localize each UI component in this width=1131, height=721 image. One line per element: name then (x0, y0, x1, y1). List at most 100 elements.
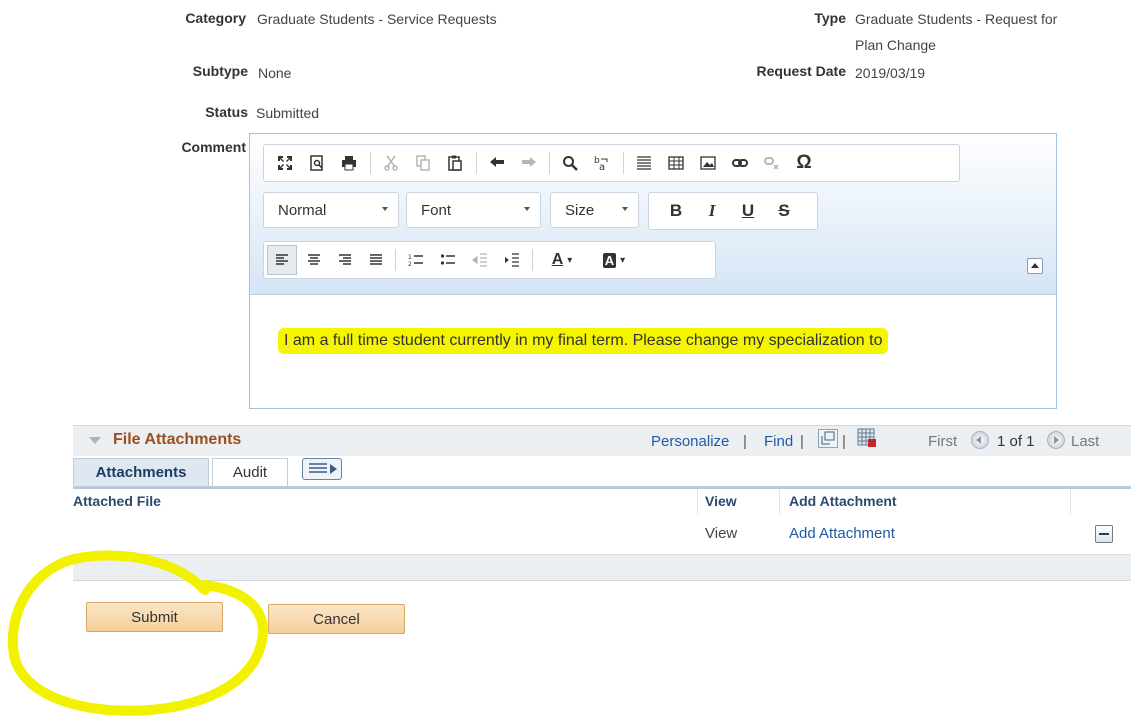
page-info: 1 of 1 (997, 433, 1035, 450)
toolbar-separator (549, 152, 550, 174)
underline-button[interactable]: U (733, 193, 763, 229)
font-select-value: Font (421, 201, 452, 219)
toolbar-separator (476, 152, 477, 174)
column-attached-file: Attached File (73, 493, 161, 509)
view-link[interactable]: View (705, 525, 737, 542)
decrease-indent-icon[interactable] (465, 242, 495, 278)
image-icon[interactable] (693, 145, 723, 181)
subtype-value: None (258, 65, 292, 81)
last-label: Last (1071, 433, 1100, 450)
previous-icon[interactable] (971, 431, 989, 449)
add-attachment-link[interactable]: Add Attachment (789, 525, 895, 542)
comment-label: Comment (181, 139, 246, 155)
table-icon[interactable] (661, 145, 691, 181)
font-select[interactable]: Font (406, 192, 541, 228)
format-select-value: Normal (278, 201, 327, 219)
size-select-value: Size (565, 201, 595, 219)
column-view: View (705, 493, 737, 509)
show-all-columns-icon[interactable] (302, 458, 342, 480)
type-value-line1: Graduate Students - Request for (855, 11, 1058, 27)
toolbar-row-3: 12 A ▾ A ▾ (263, 241, 716, 279)
column-add-attachment: Add Attachment (789, 493, 897, 509)
personalize-link[interactable]: Personalize (651, 433, 729, 450)
special-character-icon[interactable]: Ω (789, 145, 819, 181)
status-value: Submitted (256, 105, 320, 121)
align-right-icon[interactable] (330, 242, 360, 278)
section-title: File Attachments (113, 431, 242, 448)
link-icon[interactable] (725, 145, 755, 181)
editor-toolbar: ba Ω Normal Font Size B I U S 1 2 A ▾ A … (250, 134, 1056, 295)
category-value: Graduate Students - Service Requests (257, 11, 497, 27)
toolbar-separator (532, 249, 533, 271)
format-select[interactable]: Normal (263, 192, 399, 228)
find-link[interactable]: Find (764, 433, 793, 450)
separator: | (743, 433, 747, 450)
status-label: Status (205, 104, 248, 120)
minus-icon (1099, 533, 1109, 535)
strikethrough-button[interactable]: S (769, 193, 799, 229)
maximize-icon[interactable] (270, 145, 300, 181)
toolbar-row-1: ba Ω (263, 144, 960, 182)
justify-icon[interactable] (361, 242, 391, 278)
chevron-down-icon (622, 207, 628, 211)
preview-icon[interactable] (302, 145, 332, 181)
toolbar-separator (370, 152, 371, 174)
cut-icon[interactable] (376, 145, 406, 181)
toolbar-separator (623, 152, 624, 174)
type-value-line2: Plan Change (855, 37, 936, 53)
find-icon[interactable] (555, 145, 585, 181)
download-grid-icon[interactable] (857, 428, 877, 453)
tab-attachments[interactable]: Attachments (73, 458, 209, 486)
next-icon[interactable] (1047, 431, 1065, 449)
text-color-glyph: A (551, 251, 564, 268)
background-color-glyph: A (602, 252, 617, 268)
increase-indent-icon[interactable] (497, 242, 527, 278)
attachments-tabs: Attachments Audit (73, 455, 1131, 487)
toolbar-separator (395, 249, 396, 271)
annotation-circle (7, 550, 268, 716)
size-select[interactable]: Size (550, 192, 639, 228)
subtype-label: Subtype (192, 63, 248, 79)
background-color-button[interactable]: A ▾ (590, 242, 638, 278)
svg-text:2: 2 (408, 261, 412, 268)
paste-icon[interactable] (440, 145, 470, 181)
bulleted-list-icon[interactable] (433, 242, 463, 278)
request-date-value: 2019/03/19 (855, 65, 926, 81)
triangle-up-icon (1031, 263, 1039, 268)
view-all-icon[interactable] (818, 429, 838, 448)
chevron-down-icon (524, 207, 530, 211)
svg-text:a: a (599, 162, 605, 172)
replace-icon[interactable]: ba (587, 145, 617, 181)
align-left-icon[interactable] (267, 245, 297, 275)
copy-icon[interactable] (408, 145, 438, 181)
horizontal-rule-icon[interactable] (629, 145, 659, 181)
comment-editor[interactable]: ba Ω Normal Font Size B I U S 1 2 A ▾ A … (249, 133, 1057, 409)
text-style-group: B I U S (648, 192, 818, 230)
separator: | (842, 433, 846, 450)
column-header-row: Attached File View Add Attachment (73, 487, 1131, 516)
redo-icon[interactable] (514, 145, 544, 181)
request-date-label: Request Date (756, 63, 846, 79)
print-icon[interactable] (334, 145, 364, 181)
separator: | (800, 433, 804, 450)
chevron-down-icon: ▾ (567, 254, 573, 266)
first-label: First (928, 433, 958, 450)
align-center-icon[interactable] (299, 242, 329, 278)
editor-content[interactable]: I am a full time student currently in my… (250, 295, 1056, 408)
collapse-toolbar-icon[interactable] (1027, 258, 1043, 274)
italic-button[interactable]: I (697, 193, 727, 229)
chevron-down-icon (382, 207, 388, 211)
bold-button[interactable]: B (661, 193, 691, 229)
type-label: Type (814, 10, 846, 26)
undo-icon[interactable] (482, 145, 512, 181)
comment-text: I am a full time student currently in my… (278, 328, 889, 354)
collapse-triangle-icon[interactable] (89, 437, 101, 444)
category-label: Category (185, 10, 246, 26)
numbered-list-icon[interactable]: 12 (401, 242, 431, 278)
unlink-icon[interactable] (757, 145, 787, 181)
text-color-button[interactable]: A ▾ (538, 242, 586, 278)
delete-row-button[interactable] (1095, 525, 1113, 543)
tab-audit[interactable]: Audit (212, 458, 288, 486)
chevron-down-icon: ▾ (620, 254, 626, 266)
attachments-header: File Attachments Personalize | Find | | … (73, 425, 1131, 456)
